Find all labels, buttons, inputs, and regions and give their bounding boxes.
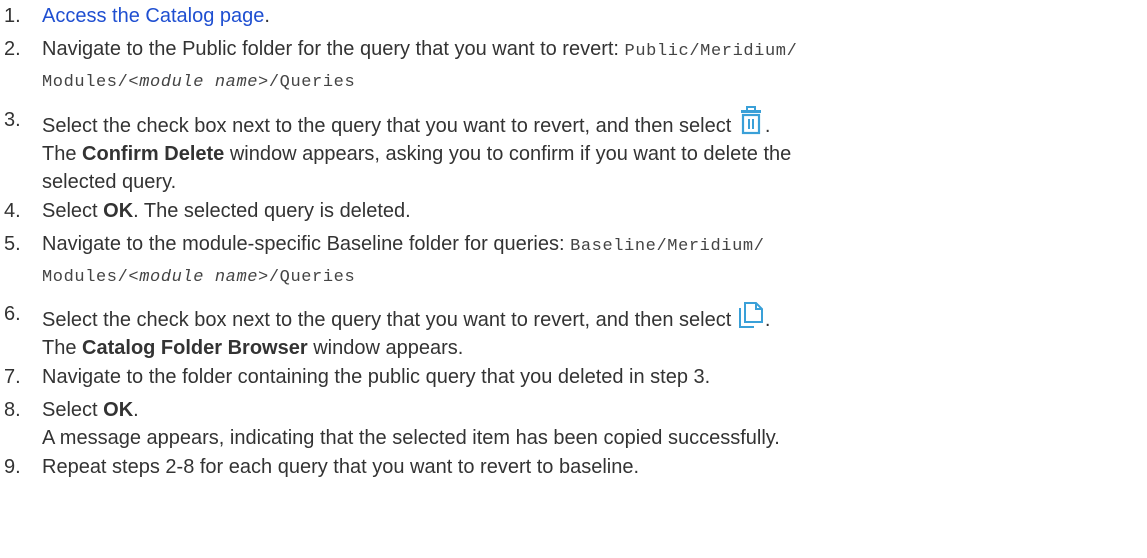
ok-label: OK — [103, 399, 134, 421]
step-7: 7. Navigate to the folder containing the… — [4, 363, 1144, 391]
folder-path-continued: Modules/<module name>/Queries — [42, 66, 1144, 97]
step-number: 9. — [4, 456, 21, 478]
step-text: . — [764, 115, 771, 137]
step-number: 2. — [4, 38, 21, 60]
step-1: 1. Access the Catalog page. — [4, 2, 1144, 30]
step-text: Navigate to the Public folder for the qu… — [42, 38, 625, 60]
step-number: 6. — [4, 303, 21, 325]
step-note: The Catalog Folder Browser window appear… — [42, 337, 464, 359]
step-text: Select the check box next to the query t… — [42, 115, 737, 137]
ok-label: OK — [103, 200, 134, 222]
step-9: 9. Repeat steps 2-8 for each query that … — [4, 453, 1144, 481]
step-number: 4. — [4, 200, 21, 222]
step-note: A message appears, indicating that the s… — [42, 427, 780, 449]
step-number: 8. — [4, 399, 21, 421]
folder-path: Baseline/Meridium/ — [570, 237, 765, 256]
step-number: 3. — [4, 109, 21, 131]
step-text: Navigate to the module-specific Baseline… — [42, 233, 571, 255]
trash-icon[interactable] — [737, 106, 765, 136]
step-note: The Confirm Delete window appears, askin… — [42, 143, 792, 165]
step-6: 6. Select the check box next to the quer… — [4, 300, 1144, 362]
folder-path: Modules/ — [42, 73, 129, 92]
procedure-steps: 1. Access the Catalog page. 2. Navigate … — [4, 0, 1144, 481]
step-number: 5. — [4, 233, 21, 255]
step-text: Select the check box next to the query t… — [42, 309, 737, 331]
folder-path: /Queries — [268, 73, 356, 92]
step-note-continued: selected query. — [42, 171, 177, 193]
step-number: 1. — [4, 5, 21, 27]
path-placeholder: <module name> — [128, 73, 269, 92]
step-2: 2. Navigate to the Public folder for the… — [4, 35, 1144, 97]
access-catalog-link[interactable]: Access the Catalog page — [42, 5, 264, 27]
step-8: 8. Select OK. A message appears, indicat… — [4, 396, 1144, 452]
step-text: . — [264, 5, 270, 27]
step-3: 3. Select the check box next to the quer… — [4, 106, 1144, 196]
window-name-catalog-folder-browser: Catalog Folder Browser — [82, 337, 308, 359]
path-placeholder: <module name> — [128, 268, 269, 287]
folder-path: Modules/ — [42, 268, 129, 287]
folder-path: Public/Meridium/ — [624, 42, 798, 61]
step-text: Repeat steps 2-8 for each query that you… — [42, 456, 640, 478]
copy-icon[interactable] — [737, 300, 765, 330]
folder-path-continued: Modules/<module name>/Queries — [42, 261, 1144, 292]
step-number: 7. — [4, 366, 21, 388]
folder-path: /Queries — [268, 268, 356, 287]
step-text: Navigate to the folder containing the pu… — [42, 366, 711, 388]
step-text: . — [764, 309, 771, 331]
step-5: 5. Navigate to the module-specific Basel… — [4, 230, 1144, 292]
step-4: 4. Select OK. The selected query is dele… — [4, 197, 1144, 225]
window-name-confirm-delete: Confirm Delete — [82, 143, 225, 165]
